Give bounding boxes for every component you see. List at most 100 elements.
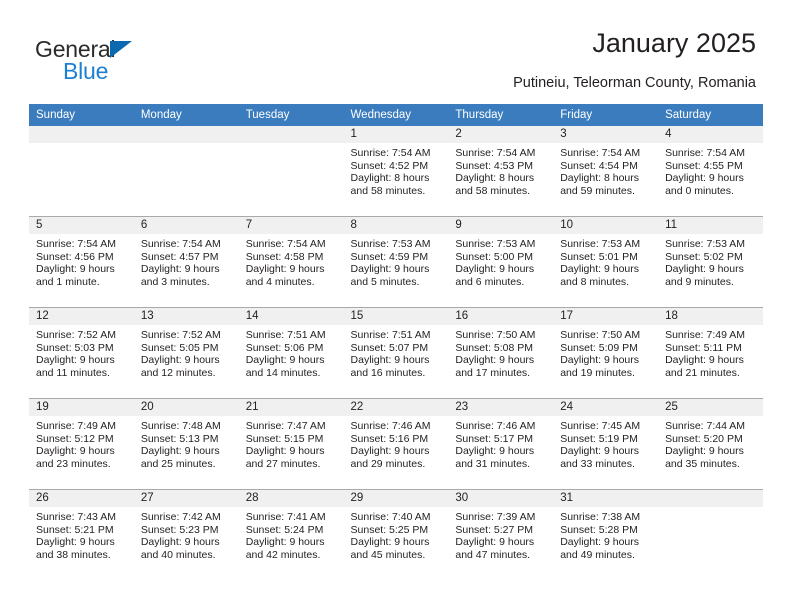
daylight-text: Daylight: 9 hours and 3 minutes. bbox=[140, 263, 220, 288]
sunset-text: Sunset: 4:57 PM bbox=[140, 250, 219, 263]
day-details: Sunrise: 7:49 AM Sunset: 5:11 PM Daylight:… bbox=[658, 325, 763, 379]
calendar-day-cell[interactable]: 14 Sunrise: 7:51 AM Sunset: 5:06 PM Dayligh… bbox=[238, 307, 344, 399]
calendar-day-cell[interactable]: 18 Sunrise: 7:49 AM Sunset: 5:11 PM Dayligh… bbox=[658, 307, 763, 399]
calendar-cell-empty bbox=[238, 126, 344, 217]
calendar-day-cell[interactable]: 3 Sunrise: 7:54 AM Sunset: 4:54 PM Daylight… bbox=[553, 126, 659, 217]
day-details: Sunrise: 7:51 AM Sunset: 5:06 PM Daylight:… bbox=[239, 325, 344, 379]
weekday-header-friday: Friday bbox=[553, 104, 659, 126]
sunrise-text: Sunrise: 7:53 AM bbox=[560, 238, 641, 250]
calendar-day-cell[interactable]: 15 Sunrise: 7:51 AM Sunset: 5:07 PM Dayligh… bbox=[343, 307, 449, 399]
calendar-day-cell[interactable]: 9 Sunrise: 7:53 AM Sunset: 5:00 PM Daylight… bbox=[448, 216, 554, 308]
day-number: 12 bbox=[29, 308, 134, 325]
sunset-text: Sunset: 5:09 PM bbox=[560, 341, 638, 354]
sunrise-text: Sunrise: 7:54 AM bbox=[350, 147, 431, 159]
day-details: Sunrise: 7:54 AM Sunset: 4:54 PM Daylight:… bbox=[553, 143, 658, 197]
daylight-text: Daylight: 9 hours and 5 minutes. bbox=[350, 263, 430, 288]
sunset-text: Sunset: 5:17 PM bbox=[455, 432, 534, 445]
weekday-header-thursday: Thursday bbox=[448, 104, 554, 126]
calendar-week-row: 26 Sunrise: 7:43 AM Sunset: 5:21 PM Dayligh… bbox=[29, 489, 763, 580]
day-details: Sunrise: 7:40 AM Sunset: 5:25 PM Daylight:… bbox=[344, 507, 449, 561]
daylight-text: Daylight: 9 hours and 29 minutes. bbox=[350, 445, 430, 470]
calendar-day-cell[interactable]: 10 Sunrise: 7:53 AM Sunset: 5:01 PM Dayligh… bbox=[553, 216, 659, 308]
calendar-day-cell[interactable]: 11 Sunrise: 7:53 AM Sunset: 5:02 PM Dayligh… bbox=[658, 216, 763, 308]
daylight-text: Daylight: 9 hours and 16 minutes. bbox=[350, 354, 430, 379]
calendar-day-cell[interactable]: 29 Sunrise: 7:40 AM Sunset: 5:25 PM Dayligh… bbox=[343, 489, 449, 580]
sunrise-text: Sunrise: 7:40 AM bbox=[350, 511, 431, 523]
day-details: Sunrise: 7:52 AM Sunset: 5:05 PM Daylight:… bbox=[134, 325, 239, 379]
calendar-day-cell[interactable]: 12 Sunrise: 7:52 AM Sunset: 5:03 PM Dayligh… bbox=[29, 307, 134, 399]
calendar-day-cell[interactable]: 19 Sunrise: 7:49 AM Sunset: 5:12 PM Dayligh… bbox=[29, 398, 134, 490]
day-details: Sunrise: 7:47 AM Sunset: 5:15 PM Daylight:… bbox=[239, 416, 344, 470]
sunset-text: Sunset: 5:13 PM bbox=[140, 432, 219, 445]
calendar-day-cell[interactable]: 21 Sunrise: 7:47 AM Sunset: 5:15 PM Dayligh… bbox=[238, 398, 344, 490]
day-number: 19 bbox=[29, 399, 134, 416]
sunrise-text: Sunrise: 7:45 AM bbox=[560, 420, 641, 432]
calendar-day-cell[interactable]: 27 Sunrise: 7:42 AM Sunset: 5:23 PM Dayligh… bbox=[133, 489, 239, 580]
day-number: 22 bbox=[343, 399, 449, 416]
sunrise-text: Sunrise: 7:52 AM bbox=[140, 329, 221, 341]
calendar-day-cell[interactable]: 31 Sunrise: 7:38 AM Sunset: 5:28 PM Dayligh… bbox=[553, 489, 659, 580]
sunrise-text: Sunrise: 7:49 AM bbox=[665, 329, 746, 341]
day-details: Sunrise: 7:39 AM Sunset: 5:27 PM Daylight:… bbox=[448, 507, 553, 561]
sunrise-text: Sunrise: 7:43 AM bbox=[36, 511, 116, 523]
calendar-day-cell[interactable]: 20 Sunrise: 7:48 AM Sunset: 5:13 PM Dayligh… bbox=[133, 398, 239, 490]
calendar-day-cell[interactable]: 8 Sunrise: 7:53 AM Sunset: 4:59 PM Daylight… bbox=[343, 216, 449, 308]
sunset-text: Sunset: 5:20 PM bbox=[665, 432, 743, 445]
sunrise-text: Sunrise: 7:52 AM bbox=[36, 329, 116, 341]
calendar-day-cell[interactable]: 30 Sunrise: 7:39 AM Sunset: 5:27 PM Dayligh… bbox=[448, 489, 554, 580]
sunrise-text: Sunrise: 7:54 AM bbox=[455, 147, 536, 159]
sunrise-text: Sunrise: 7:53 AM bbox=[455, 238, 536, 250]
calendar-day-cell[interactable]: 24 Sunrise: 7:45 AM Sunset: 5:19 PM Dayligh… bbox=[553, 398, 659, 490]
calendar-day-cell[interactable]: 13 Sunrise: 7:52 AM Sunset: 5:05 PM Dayligh… bbox=[133, 307, 239, 399]
calendar-day-cell[interactable]: 1 Sunrise: 7:54 AM Sunset: 4:52 PM Daylight… bbox=[343, 126, 449, 217]
day-number: 4 bbox=[658, 126, 763, 143]
day-details: Sunrise: 7:46 AM Sunset: 5:16 PM Daylight:… bbox=[344, 416, 449, 470]
sunset-text: Sunset: 5:15 PM bbox=[245, 432, 324, 445]
generalblue-logo[interactable]: General Blue bbox=[35, 36, 225, 92]
page-subtitle: Putineiu, Teleorman County, Romania bbox=[513, 75, 756, 91]
calendar-day-cell[interactable]: 5 Sunrise: 7:54 AM Sunset: 4:56 PM Daylight… bbox=[29, 216, 134, 308]
calendar-day-cell[interactable]: 26 Sunrise: 7:43 AM Sunset: 5:21 PM Dayligh… bbox=[29, 489, 134, 580]
day-details: Sunrise: 7:54 AM Sunset: 4:53 PM Daylight:… bbox=[448, 143, 553, 197]
sunset-text: Sunset: 5:28 PM bbox=[560, 523, 638, 536]
daylight-text: Daylight: 9 hours and 9 minutes. bbox=[665, 263, 744, 288]
weekday-header-tuesday: Tuesday bbox=[238, 104, 344, 126]
weekday-header-monday: Monday bbox=[133, 104, 239, 126]
daylight-text: Daylight: 9 hours and 1 minute. bbox=[36, 263, 115, 288]
sunrise-text: Sunrise: 7:54 AM bbox=[665, 147, 746, 159]
day-details: Sunrise: 7:41 AM Sunset: 5:24 PM Daylight:… bbox=[239, 507, 344, 561]
day-number: 18 bbox=[658, 308, 763, 325]
sunrise-text: Sunrise: 7:47 AM bbox=[245, 420, 326, 432]
daylight-text: Daylight: 8 hours and 58 minutes. bbox=[350, 172, 430, 197]
calendar-body: 1 Sunrise: 7:54 AM Sunset: 4:52 PM Daylight… bbox=[29, 126, 763, 580]
calendar-day-cell[interactable]: 25 Sunrise: 7:44 AM Sunset: 5:20 PM Dayligh… bbox=[658, 398, 763, 490]
day-details: Sunrise: 7:53 AM Sunset: 5:02 PM Daylight:… bbox=[658, 234, 763, 288]
day-details: Sunrise: 7:54 AM Sunset: 4:56 PM Daylight:… bbox=[29, 234, 134, 288]
logo-text-blue: Blue bbox=[63, 58, 109, 84]
sunrise-text: Sunrise: 7:41 AM bbox=[245, 511, 326, 523]
calendar-day-cell[interactable]: 7 Sunrise: 7:54 AM Sunset: 4:58 PM Daylight… bbox=[238, 216, 344, 308]
sunrise-text: Sunrise: 7:51 AM bbox=[350, 329, 431, 341]
sunset-text: Sunset: 4:55 PM bbox=[665, 159, 743, 172]
daylight-text: Daylight: 9 hours and 38 minutes. bbox=[36, 536, 115, 561]
calendar-day-cell[interactable]: 4 Sunrise: 7:54 AM Sunset: 4:55 PM Daylight… bbox=[658, 126, 763, 217]
sunrise-text: Sunrise: 7:39 AM bbox=[455, 511, 536, 523]
calendar-day-cell[interactable]: 17 Sunrise: 7:50 AM Sunset: 5:09 PM Dayligh… bbox=[553, 307, 659, 399]
day-number: 6 bbox=[133, 217, 239, 234]
day-number: 24 bbox=[553, 399, 659, 416]
sunrise-text: Sunrise: 7:49 AM bbox=[36, 420, 116, 432]
daylight-text: Daylight: 9 hours and 4 minutes. bbox=[245, 263, 325, 288]
day-details: Sunrise: 7:46 AM Sunset: 5:17 PM Daylight:… bbox=[448, 416, 553, 470]
calendar-day-cell[interactable]: 2 Sunrise: 7:54 AM Sunset: 4:53 PM Daylight… bbox=[448, 126, 554, 217]
calendar-day-cell[interactable]: 23 Sunrise: 7:46 AM Sunset: 5:17 PM Dayligh… bbox=[448, 398, 554, 490]
calendar-day-cell[interactable]: 6 Sunrise: 7:54 AM Sunset: 4:57 PM Daylight… bbox=[133, 216, 239, 308]
day-details: Sunrise: 7:53 AM Sunset: 4:59 PM Daylight:… bbox=[344, 234, 449, 288]
calendar-day-cell[interactable]: 28 Sunrise: 7:41 AM Sunset: 5:24 PM Dayligh… bbox=[238, 489, 344, 580]
calendar-day-cell[interactable]: 22 Sunrise: 7:46 AM Sunset: 5:16 PM Dayligh… bbox=[343, 398, 449, 490]
day-details: Sunrise: 7:50 AM Sunset: 5:09 PM Daylight:… bbox=[553, 325, 658, 379]
calendar-day-cell[interactable]: 16 Sunrise: 7:50 AM Sunset: 5:08 PM Dayligh… bbox=[448, 307, 554, 399]
day-number: 15 bbox=[343, 308, 449, 325]
day-details: Sunrise: 7:54 AM Sunset: 4:58 PM Daylight:… bbox=[239, 234, 344, 288]
sunset-text: Sunset: 4:58 PM bbox=[245, 250, 324, 263]
calendar-table: Sunday Monday Tuesday Wednesday Thursday… bbox=[29, 104, 763, 580]
